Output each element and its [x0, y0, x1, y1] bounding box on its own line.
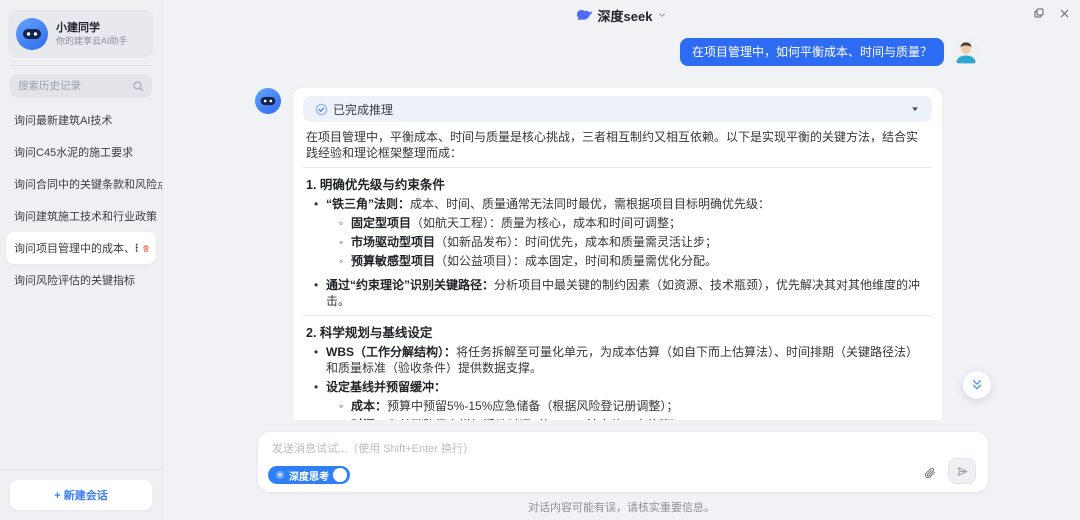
sub-bullet-item: 预算敏感型项目（如公益项目）：成本固定，时间和质量需优化分配。 — [339, 253, 929, 269]
scroll-to-bottom-button[interactable] — [963, 371, 991, 399]
double-chevron-down-icon — [970, 378, 984, 392]
send-icon — [956, 465, 969, 478]
bullet-lead: 预算敏感型项目 — [351, 254, 435, 268]
close-icon[interactable] — [1059, 8, 1070, 19]
bullet-lead: 固定型项目 — [351, 216, 411, 230]
deep-think-toggle[interactable]: 深度思考 — [268, 466, 350, 484]
reasoning-status-label: 已完成推理 — [333, 101, 393, 118]
message-composer: 深度思考 — [258, 432, 988, 492]
bullet-lead: WBS（工作分解结构）： — [326, 345, 456, 359]
composer-zone: 深度思考 对话内容可能有误，请核实重要信息。 — [163, 420, 1080, 520]
history-item[interactable]: 询问最新建筑AI技术 — [0, 104, 162, 136]
bullet-text: 成本、时间、质量通常无法同时最优，需根据项目目标明确优先级： — [410, 197, 770, 211]
profile-text: 小建同学 你的建享云AI助手 — [56, 21, 128, 47]
history-list: 询问最新建筑AI技术 询问C45水泥的施工要求 询问合同中的关键条款和风险点 询… — [0, 104, 162, 296]
assistant-avatar — [255, 88, 281, 114]
section-divider — [303, 315, 932, 316]
reasoning-status: 已完成推理 — [315, 101, 393, 118]
top-bar: 深度seek — [163, 0, 1080, 30]
bullet-text: （如公益项目）：成本固定，时间和质量需优化分配。 — [435, 254, 717, 268]
bullet-item: 通过“约束理论”识别关键路径：分析项目中最关键的制约因素（如资源、技术瓶颈），优… — [314, 277, 929, 309]
message-input[interactable] — [272, 440, 974, 466]
sidebar-bottom-divider — [0, 469, 162, 470]
bullet-item: “铁三角”法则：成本、时间、质量通常无法同时最优，需根据项目目标明确优先级： 固… — [314, 196, 929, 269]
history-search — [10, 74, 152, 98]
user-message-row: 在项目管理中，如何平衡成本、时间与质量？ — [163, 30, 1080, 66]
history-item[interactable]: 询问建筑施工技术和行业政策 — [0, 200, 162, 232]
search-input[interactable] — [18, 80, 126, 92]
profile-subtitle: 你的建享云AI助手 — [56, 35, 128, 47]
history-item[interactable]: 询问合同中的关键条款和风险点 — [0, 168, 162, 200]
spark-icon — [275, 470, 285, 480]
user-avatar — [952, 38, 980, 66]
assistant-message-card: 已完成推理 在项目管理中，平衡成本、时间与质量是核心挑战，三者相互制约又相互依赖… — [293, 88, 942, 420]
answer-section-1: 1. 明确优先级与约束条件 “铁三角”法则：成本、时间、质量通常无法同时最优，需… — [303, 174, 932, 309]
answer-section-2: 2. 科学规划与基线设定 WBS（工作分解结构）：将任务拆解至可量化单元，为成本… — [303, 322, 932, 420]
user-bot-avatar — [16, 18, 48, 50]
bullet-lead: “铁三角”法则： — [326, 197, 410, 211]
restore-window-icon[interactable] — [1033, 7, 1045, 19]
brand-title: 深度seek — [598, 6, 653, 25]
robot-face-icon — [16, 18, 48, 50]
assistant-message-row: 已完成推理 在项目管理中，平衡成本、时间与质量是核心挑战，三者相互制约又相互依赖… — [163, 66, 1080, 420]
answer-intro: 在项目管理中，平衡成本、时间与质量是核心挑战，三者相互制约又相互依赖。以下是实现… — [306, 129, 929, 161]
history-item[interactable]: 询问C45水泥的施工要求 — [0, 136, 162, 168]
search-icon[interactable] — [132, 80, 144, 92]
bullet-lead: 设定基线并预留缓冲： — [326, 380, 446, 394]
reasoning-collapse-bar[interactable]: 已完成推理 — [303, 96, 932, 122]
bullet-text: 预算中预留5%-15%应急储备（根据风险登记册调整）； — [387, 399, 678, 413]
user-message-bubble: 在项目管理中，如何平衡成本、时间与质量？ — [680, 38, 944, 66]
bullet-lead: 市场驱动型项目 — [351, 235, 435, 249]
disclaimer-text: 对话内容可能有误，请核实重要信息。 — [163, 499, 1080, 515]
profile-name: 小建同学 — [56, 21, 128, 35]
bullet-text: （如航天工程）：质量为核心，成本和时间可调整； — [411, 216, 681, 230]
sub-bullet-item: 固定型项目（如航天工程）：质量为核心，成本和时间可调整； — [339, 215, 929, 231]
sub-bullet-item: 成本：预算中预留5%-15%应急储备（根据风险登记册调整）； — [339, 398, 929, 414]
history-item-active[interactable]: 询问项目管理中的成本、时间与质... — [6, 232, 156, 264]
whale-logo-icon — [576, 7, 593, 24]
new-chat-button[interactable]: + 新建会话 — [10, 480, 152, 510]
chat-scroll-area[interactable]: 在项目管理中，如何平衡成本、时间与质量？ 已完成推理 在项目管理中，平衡成本、时… — [163, 30, 1080, 420]
history-item[interactable]: 询问风险评估的关键指标 — [0, 264, 162, 296]
profile-card[interactable]: 小建同学 你的建享云AI助手 — [8, 10, 154, 58]
section-heading: 2. 科学规划与基线设定 — [306, 322, 929, 341]
bullet-item: 设定基线并预留缓冲： 成本：预算中预留5%-15%应急储备（根据风险登记册调整）… — [314, 379, 929, 420]
toggle-knob — [333, 468, 347, 482]
sub-bullet-item: 市场驱动型项目（如新品发布）：时间优先，成本和质量需灵活让步； — [339, 234, 929, 250]
sidebar: 小建同学 你的建享云AI助手 询问最新建筑AI技术 询问C45水泥的施工要求 询… — [0, 0, 163, 520]
section-heading: 1. 明确优先级与约束条件 — [306, 174, 929, 193]
attach-file-button[interactable] — [923, 466, 936, 479]
bullet-lead: 成本： — [351, 399, 387, 413]
trash-icon[interactable] — [142, 243, 150, 254]
chevron-down-icon[interactable] — [910, 104, 920, 114]
deep-think-label: 深度思考 — [289, 468, 329, 483]
section-divider — [303, 167, 932, 168]
bullet-text: （如新品发布）：时间优先，成本和质量需灵活让步； — [435, 235, 717, 249]
check-circle-icon — [315, 103, 328, 116]
model-dropdown-icon[interactable] — [657, 10, 667, 20]
window-controls — [1033, 7, 1070, 19]
robot-face-icon — [255, 88, 281, 114]
bullet-lead: 通过“约束理论”识别关键路径： — [326, 278, 494, 292]
history-item-label: 询问项目管理中的成本、时间与质... — [14, 240, 138, 256]
send-button[interactable] — [948, 458, 976, 484]
paperclip-icon — [923, 466, 936, 479]
sidebar-divider — [10, 65, 152, 66]
bullet-item: WBS（工作分解结构）：将任务拆解至可量化单元，为成本估算（如自下而上估算法）、… — [314, 344, 929, 376]
